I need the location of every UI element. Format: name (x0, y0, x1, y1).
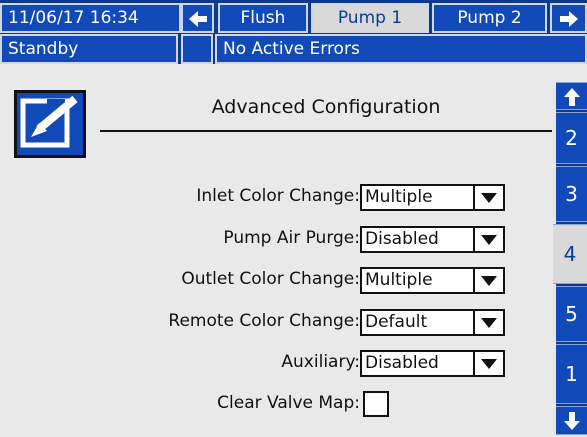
screen-tab-4[interactable]: 4 (553, 224, 587, 284)
inlet-color-change-label: Inlet Color Change: (196, 186, 360, 206)
tab-pump-1[interactable]: Pump 1 (311, 3, 429, 33)
inlet-color-change-select[interactable]: Multiple (360, 184, 505, 211)
remote-color-change-label: Remote Color Change: (168, 311, 360, 331)
arrow-right-icon (559, 11, 578, 27)
arrow-up-icon (563, 88, 580, 106)
scroll-up-button[interactable] (556, 82, 587, 110)
auxiliary-value: Disabled (365, 353, 439, 373)
auxiliary-select[interactable]: Disabled (360, 350, 505, 377)
status-indicator (181, 34, 213, 64)
nav-right-arrow-button[interactable] (550, 3, 587, 33)
tab-pump-2[interactable]: Pump 2 (432, 3, 547, 33)
chevron-down-icon[interactable] (473, 228, 503, 251)
system-status: Standby (0, 34, 178, 64)
outlet-color-change-value: Multiple (365, 270, 433, 290)
tab-flush[interactable]: Flush (218, 3, 308, 33)
clear-valve-map-label: Clear Valve Map: (217, 393, 360, 413)
screen-tab-1[interactable]: 1 (556, 344, 587, 404)
pump-air-purge-value: Disabled (365, 229, 439, 249)
pump-air-purge-label: Pump Air Purge: (223, 228, 360, 248)
chevron-down-icon[interactable] (473, 311, 503, 334)
datetime-display: 11/06/17 16:34 (0, 3, 181, 33)
edit-mode-button[interactable] (14, 90, 86, 158)
nav-left-arrow-button[interactable] (181, 3, 214, 33)
outlet-color-change-select[interactable]: Multiple (360, 267, 505, 294)
screen-tab-3[interactable]: 3 (556, 166, 587, 222)
auxiliary-label: Auxiliary: (281, 352, 360, 372)
pump-air-purge-select[interactable]: Disabled (360, 226, 505, 253)
chevron-down-icon[interactable] (473, 352, 503, 375)
outlet-color-change-label: Outlet Color Change: (181, 269, 360, 289)
clear-valve-map-checkbox[interactable] (363, 391, 389, 417)
screen-tab-2[interactable]: 2 (556, 112, 587, 164)
remote-color-change-value: Default (365, 312, 428, 332)
error-status: No Active Errors (215, 34, 587, 64)
screen-tab-5[interactable]: 5 (556, 286, 587, 342)
remote-color-change-select[interactable]: Default (360, 309, 505, 336)
edit-icon (20, 95, 78, 148)
page-title: Advanced Configuration (211, 96, 441, 118)
arrow-down-icon (563, 412, 580, 430)
scroll-down-button[interactable] (556, 406, 587, 435)
chevron-down-icon[interactable] (473, 269, 503, 292)
chevron-down-icon[interactable] (473, 186, 503, 209)
inlet-color-change-value: Multiple (365, 187, 433, 207)
arrow-left-icon (188, 11, 207, 27)
title-divider (100, 130, 552, 132)
